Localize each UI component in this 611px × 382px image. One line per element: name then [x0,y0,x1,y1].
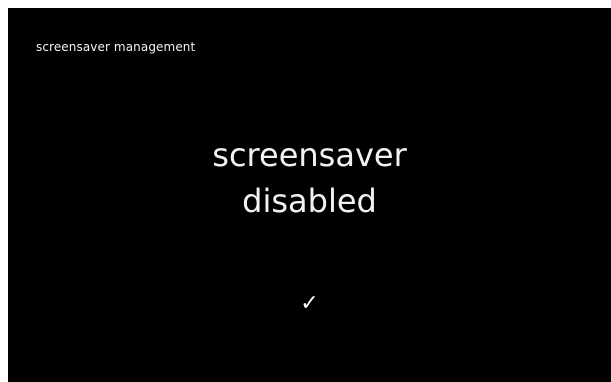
page-title: screensaver management [36,40,196,54]
status-message-line-1: screensaver [212,136,407,174]
screensaver-screen: screensaver management screensaver disab… [8,8,611,382]
checkmark-icon[interactable]: ✓ [8,290,611,318]
status-message-line-2: disabled [242,182,377,220]
status-message: screensaver disabled [8,132,611,224]
